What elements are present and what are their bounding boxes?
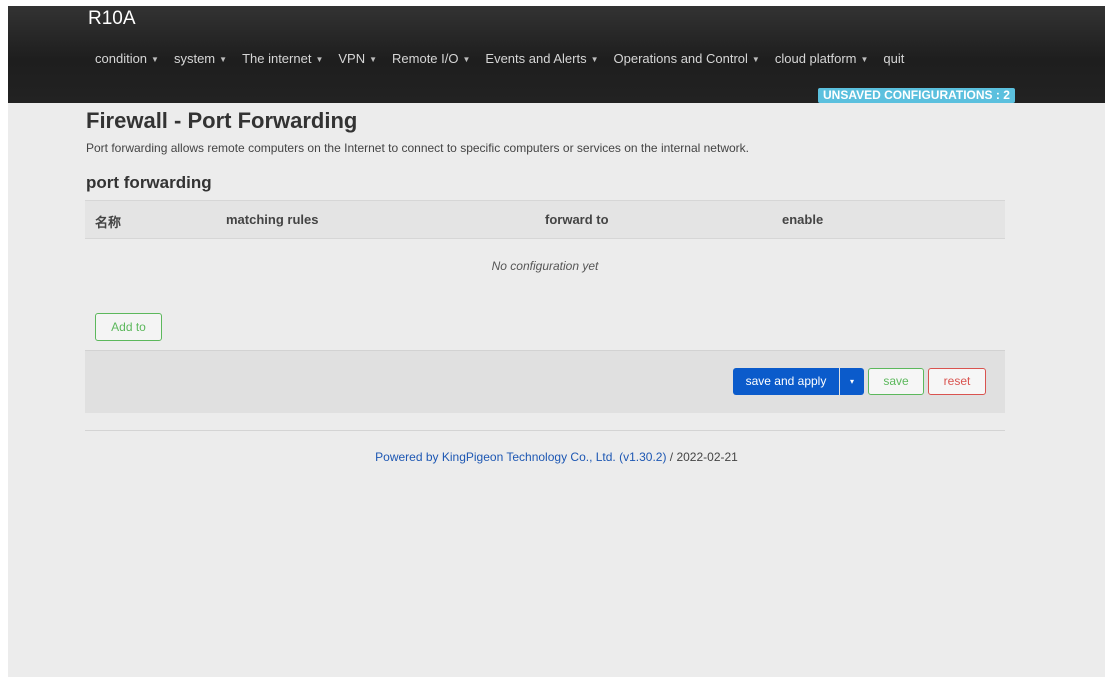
top-navbar: R10A condition ▼ system ▼ The internet ▼ VP…: [8, 6, 1105, 103]
menu-item-label: system: [173, 51, 216, 66]
unsaved-configurations-badge[interactable]: UNSAVED CONFIGURATIONS : 2: [818, 88, 1015, 103]
footer-date: / 2022-02-21: [666, 450, 738, 464]
menu-item-internet[interactable]: The internet ▼: [242, 51, 323, 66]
menu-item-label: condition: [95, 51, 148, 66]
menu-item-condition[interactable]: condition ▼: [95, 51, 159, 66]
chevron-down-icon: ▼: [151, 55, 159, 64]
menu-item-remote-io[interactable]: Remote I/O ▼: [392, 51, 470, 66]
menu-item-events-alerts[interactable]: Events and Alerts ▼: [485, 51, 598, 66]
chevron-down-icon: ▼: [751, 55, 760, 64]
menu-item-operations-control[interactable]: Operations and Control ▼: [614, 51, 760, 66]
footer-link[interactable]: Powered by KingPigeon Technology Co., Lt…: [375, 450, 666, 464]
reset-button[interactable]: reset: [928, 368, 986, 395]
table-header: 名称 matching rules forward to enable: [85, 200, 1005, 239]
chevron-down-icon: ▼: [462, 55, 471, 64]
save-and-apply-button[interactable]: save and apply: [733, 368, 839, 395]
action-bar: [85, 350, 1005, 413]
menu-item-quit[interactable]: quit: [883, 51, 904, 66]
section-title: port forwarding: [86, 173, 212, 192]
chevron-down-icon: ▼: [369, 55, 378, 64]
chevron-down-icon: ▼: [219, 55, 228, 64]
column-header-enable: enable: [782, 212, 824, 227]
save-apply-dropdown-toggle[interactable]: ▾: [840, 368, 864, 395]
chevron-down-icon: ▼: [590, 55, 599, 64]
page-title: Firewall - Port Forwarding: [86, 108, 358, 133]
menu-item-label: VPN: [338, 51, 366, 66]
column-header-forward-to: forward to: [545, 212, 609, 227]
footer-divider: [85, 430, 1005, 431]
menu-item-system[interactable]: system ▼: [174, 51, 227, 66]
menu-item-cloud-platform[interactable]: cloud platform ▼: [775, 51, 869, 66]
menu-item-label: Remote I/O: [392, 51, 459, 66]
chevron-down-icon: ▼: [315, 55, 324, 64]
menu-item-label: cloud platform: [774, 51, 857, 66]
menu-item-label: The internet: [242, 51, 312, 66]
column-header-matching-rules: matching rules: [226, 212, 319, 227]
menu-item-label: Events and Alerts: [485, 51, 587, 66]
chevron-down-icon: ▾: [849, 377, 854, 386]
chevron-down-icon: ▼: [860, 55, 869, 64]
add-rule-button[interactable]: Add to: [95, 313, 162, 341]
empty-table-message: No configuration yet: [491, 259, 599, 273]
menu-item-label: Operations and Control: [613, 51, 748, 66]
save-button[interactable]: save: [868, 368, 924, 395]
page-description: Port forwarding allows remote computers …: [86, 141, 749, 155]
main-menu: condition ▼ system ▼ The internet ▼ VPN ▼ Re…: [95, 51, 919, 66]
menu-item-vpn[interactable]: VPN ▼: [338, 51, 377, 66]
brand-logo[interactable]: R10A: [88, 8, 136, 30]
footer: Powered by KingPigeon Technology Co., Lt…: [8, 450, 1105, 464]
column-header-name: 名称: [95, 215, 122, 230]
page: R10A condition ▼ system ▼ The internet ▼ VP…: [8, 6, 1105, 677]
menu-item-label: quit: [883, 51, 905, 66]
